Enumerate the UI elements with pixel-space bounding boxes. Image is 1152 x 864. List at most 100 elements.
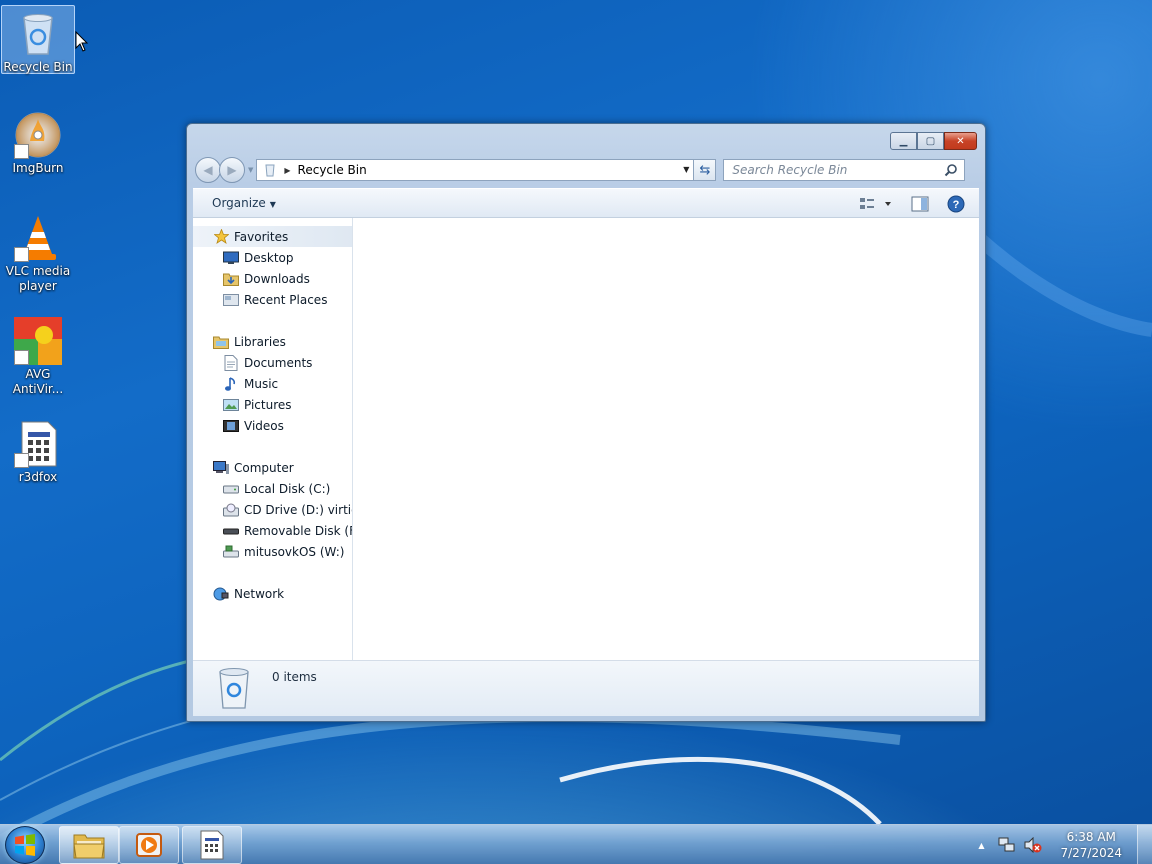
- search-input[interactable]: Search Recycle Bin: [723, 159, 966, 181]
- vlc-icon: [14, 214, 62, 262]
- clock-date: 7/27/2024: [1060, 846, 1122, 860]
- navigation-bar: ◀ ▶ ▼ ▶ Recycle Bin ▼ ⇆ Search Recycle B…: [195, 157, 977, 183]
- nav-libraries[interactable]: Libraries: [193, 331, 352, 352]
- close-button[interactable]: ✕: [944, 132, 977, 150]
- network-tray-icon[interactable]: [998, 837, 1016, 853]
- nav-item-label: Downloads: [244, 271, 310, 286]
- recent-places-icon: [223, 292, 239, 308]
- nav-computer[interactable]: Computer: [193, 457, 352, 478]
- clock[interactable]: 6:38 AM 7/27/2024: [1060, 829, 1122, 861]
- libraries-icon: [213, 334, 229, 350]
- change-view-icon[interactable]: [859, 196, 893, 212]
- nav-item-cd-drive[interactable]: CD Drive (D:) virtio-win: [193, 499, 352, 520]
- recycle-bin-large-icon: [219, 668, 249, 709]
- recent-pages-chevron-icon[interactable]: ▼: [248, 166, 253, 174]
- desktop-icon-label: Recycle Bin: [3, 60, 73, 74]
- search-placeholder: Search Recycle Bin: [732, 163, 848, 177]
- nav-item-label: Removable Disk (F:): [244, 523, 353, 538]
- computer-icon: [213, 460, 229, 476]
- nav-item-music[interactable]: Music: [193, 373, 352, 394]
- nav-item-label: Videos: [244, 418, 284, 433]
- network-drive-icon: [223, 544, 239, 560]
- window-controls: ▁ ▢ ✕: [890, 132, 977, 150]
- show-desktop-button[interactable]: [1137, 825, 1152, 864]
- nav-item-label: CD Drive (D:) virtio-win: [244, 502, 352, 517]
- back-button[interactable]: ◀: [195, 157, 221, 183]
- nav-item-label: Documents: [244, 355, 313, 370]
- pictures-icon: [223, 397, 239, 413]
- r3dfox-taskbar-icon: [200, 830, 224, 860]
- hard-drive-icon: [223, 481, 239, 497]
- file-list-pane[interactable]: [353, 218, 979, 660]
- desktop-icon-label: VLC media player: [5, 264, 71, 293]
- nav-item-local-disk[interactable]: Local Disk (C:): [193, 478, 352, 499]
- breadcrumb-recycle-bin[interactable]: Recycle Bin: [298, 163, 367, 177]
- svg-text:?: ?: [953, 199, 960, 211]
- network-icon: [213, 586, 229, 602]
- breadcrumb-separator-icon[interactable]: ▶: [284, 166, 290, 175]
- taskbar-media-player[interactable]: [119, 826, 179, 864]
- desktop-icon-r3dfox[interactable]: r3dfox: [1, 416, 75, 485]
- nav-item-downloads[interactable]: Downloads: [193, 268, 352, 289]
- refresh-button[interactable]: ⇆: [694, 159, 717, 181]
- nav-network-label: Network: [234, 586, 285, 601]
- nav-item-label: Pictures: [244, 397, 292, 412]
- media-player-icon: [136, 833, 162, 857]
- search-icon[interactable]: [944, 163, 958, 177]
- details-pane: 0 items: [193, 661, 979, 716]
- desktop-icon-avg[interactable]: AVG AntiVir...: [1, 313, 75, 397]
- help-icon[interactable]: ?: [947, 195, 965, 213]
- folder-icon: [73, 834, 105, 859]
- address-dropdown-icon[interactable]: ▼: [683, 165, 689, 174]
- taskbar-r3dfox[interactable]: [182, 826, 242, 864]
- nav-item-videos[interactable]: Videos: [193, 415, 352, 436]
- imgburn-icon: [14, 111, 62, 159]
- taskbar: ▲ 6:38 AM 7/27/2024: [0, 824, 1152, 864]
- nav-libraries-label: Libraries: [234, 334, 286, 349]
- navigation-pane[interactable]: Favorites Desktop Downloads Recent Place…: [193, 218, 353, 660]
- nav-item-recent-places[interactable]: Recent Places: [193, 289, 352, 310]
- nav-item-label: Local Disk (C:): [244, 481, 331, 496]
- maximize-button[interactable]: ▢: [917, 132, 944, 150]
- nav-item-network-drive[interactable]: mitusovkOS (W:): [193, 541, 352, 562]
- show-hidden-icons-icon[interactable]: ▲: [978, 841, 984, 850]
- star-icon: [213, 229, 229, 245]
- desktop-icon-vlc[interactable]: VLC media player: [1, 210, 75, 294]
- forward-button[interactable]: ▶: [219, 157, 245, 183]
- preview-pane-icon[interactable]: [911, 196, 929, 212]
- content-area: Favorites Desktop Downloads Recent Place…: [193, 218, 979, 661]
- desktop-icon-label: r3dfox: [18, 470, 58, 484]
- start-button[interactable]: [5, 826, 45, 864]
- removable-disk-icon: [223, 523, 239, 539]
- nav-network[interactable]: Network: [193, 583, 352, 604]
- address-bar[interactable]: ▶ Recycle Bin ▼: [256, 159, 695, 181]
- nav-item-removable-disk[interactable]: Removable Disk (F:): [193, 520, 352, 541]
- system-tray: ▲ 6:38 AM 7/27/2024: [978, 825, 1122, 864]
- minimize-button[interactable]: ▁: [890, 132, 917, 150]
- desktop-icon-label: ImgBurn: [12, 161, 64, 175]
- recycle-bin-icon: [14, 10, 62, 58]
- organize-menu[interactable]: Organize ▼: [212, 196, 276, 210]
- volume-muted-icon[interactable]: [1024, 837, 1042, 853]
- downloads-folder-icon: [223, 271, 239, 287]
- avg-icon: [14, 317, 62, 365]
- nav-item-documents[interactable]: Documents: [193, 352, 352, 373]
- nav-favorites-label: Favorites: [234, 229, 289, 244]
- desktop-icon-imgburn[interactable]: ImgBurn: [1, 107, 75, 176]
- nav-item-label: Recent Places: [244, 292, 328, 307]
- desktop-icon-recycle-bin[interactable]: Recycle Bin: [1, 5, 75, 74]
- windows-logo-icon: [15, 834, 35, 856]
- nav-item-label: mitusovkOS (W:): [244, 544, 345, 559]
- taskbar-windows-explorer[interactable]: [59, 826, 119, 864]
- nav-item-desktop[interactable]: Desktop: [193, 247, 352, 268]
- recycle-bin-small-icon: [265, 164, 275, 177]
- mouse-cursor-icon: [75, 31, 89, 52]
- clock-time: 6:38 AM: [1066, 830, 1116, 844]
- command-bar: Organize ▼ ?: [193, 188, 979, 218]
- nav-favorites[interactable]: Favorites: [193, 226, 352, 247]
- nav-computer-label: Computer: [234, 460, 294, 475]
- explorer-window[interactable]: ▁ ▢ ✕ ◀ ▶ ▼ ▶ Recycle Bin ▼ ⇆ Search Rec…: [186, 123, 986, 722]
- videos-icon: [223, 418, 239, 434]
- documents-icon: [223, 354, 239, 371]
- nav-item-pictures[interactable]: Pictures: [193, 394, 352, 415]
